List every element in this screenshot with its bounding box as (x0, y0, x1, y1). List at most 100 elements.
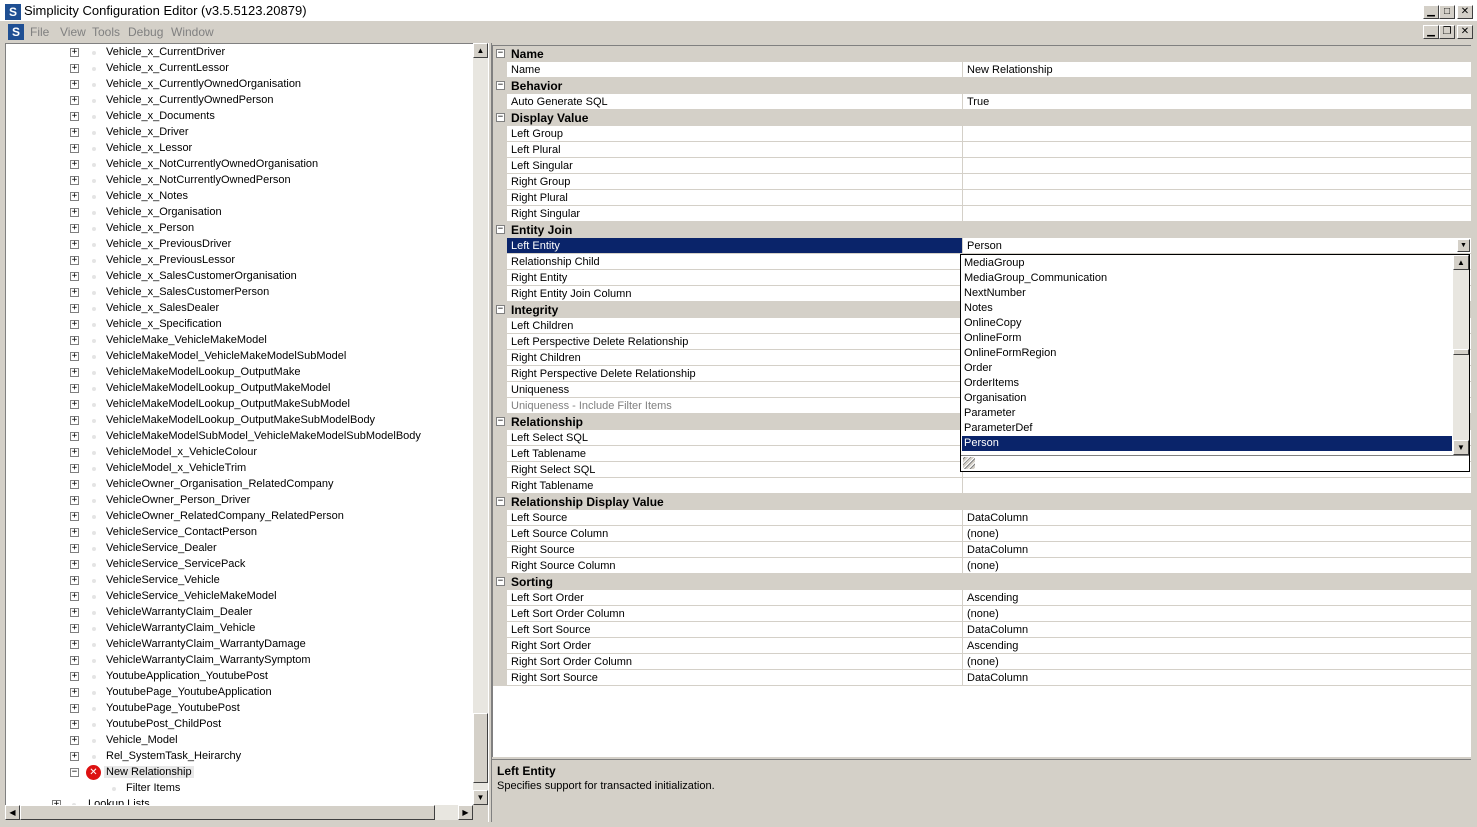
property-value[interactable] (962, 478, 1471, 494)
tree-item[interactable]: + VehicleMakeModelSubModel_VehicleMakeMod… (6, 429, 473, 445)
scroll-thumb[interactable] (473, 713, 488, 783)
property-row[interactable]: Right Source Column (none) (493, 558, 1471, 574)
category-collapse-icon[interactable]: − (496, 417, 505, 426)
property-row[interactable]: Left Entity Person ▼ (493, 238, 1471, 254)
expand-icon[interactable]: + (70, 48, 79, 57)
minimize-icon[interactable]: ▁ (1423, 5, 1439, 19)
tree-item[interactable]: + Vehicle_Model (6, 733, 473, 749)
tree-item[interactable]: + Vehicle_x_CurrentlyOwnedOrganisation (6, 77, 473, 93)
tree-item[interactable]: + Vehicle_x_Organisation (6, 205, 473, 221)
category-collapse-icon[interactable]: − (496, 49, 505, 58)
expand-icon[interactable]: + (70, 96, 79, 105)
tree-item[interactable]: + Vehicle_x_Documents (6, 109, 473, 125)
property-value[interactable] (962, 174, 1471, 190)
tree-item[interactable]: + VehicleService_ServicePack (6, 557, 473, 573)
property-value[interactable]: (none) (962, 654, 1471, 670)
expand-icon[interactable]: + (70, 160, 79, 169)
dropdown-arrow-icon[interactable]: ▼ (1457, 239, 1470, 252)
resize-grip-icon[interactable] (963, 457, 975, 469)
expand-icon[interactable]: + (70, 400, 79, 409)
scroll-right-icon[interactable]: ▶ (458, 805, 473, 820)
tree-horizontal-scrollbar[interactable]: ◀ ▶ (5, 805, 473, 820)
hscroll-thumb[interactable] (20, 805, 435, 820)
tree-item[interactable]: + YoutubePage_YoutubePost (6, 701, 473, 717)
menu-view[interactable]: View (60, 25, 86, 39)
dropdown-option[interactable]: OrderItems (962, 376, 1452, 391)
property-category[interactable]: − Behavior (493, 78, 1471, 94)
expand-icon[interactable]: + (70, 224, 79, 233)
property-row[interactable]: Right Sort Source DataColumn (493, 670, 1471, 686)
expand-icon[interactable]: + (70, 176, 79, 185)
property-value[interactable]: (none) (962, 558, 1471, 574)
expand-icon[interactable]: + (70, 656, 79, 665)
expand-icon[interactable]: + (70, 64, 79, 73)
mdi-minimize-icon[interactable]: ▁ (1423, 25, 1439, 39)
expand-icon[interactable]: + (70, 208, 79, 217)
property-value[interactable]: (none) (962, 606, 1471, 622)
mdi-app-icon[interactable]: S (8, 24, 24, 40)
tree-item[interactable]: + VehicleMakeModelLookup_OutputMake (6, 365, 473, 381)
expand-icon[interactable]: + (70, 448, 79, 457)
property-row[interactable]: Left Sort Source DataColumn (493, 622, 1471, 638)
tree-item[interactable]: + VehicleOwner_Person_Driver (6, 493, 473, 509)
tree-item[interactable]: + VehicleWarrantyClaim_Dealer (6, 605, 473, 621)
tree-item[interactable]: + Vehicle_x_SalesCustomerOrganisation (6, 269, 473, 285)
dropdown-option[interactable]: OnlineCopy (962, 316, 1452, 331)
tree-item[interactable]: + Vehicle_x_CurrentDriver (6, 45, 473, 61)
dropdown-option[interactable]: NextNumber (962, 286, 1452, 301)
property-row[interactable]: Left Sort Order Column (none) (493, 606, 1471, 622)
property-category[interactable]: − Name (493, 46, 1471, 62)
tree-item[interactable]: + VehicleMakeModelLookup_OutputMakeModel (6, 381, 473, 397)
property-row[interactable]: Right Tablename (493, 478, 1471, 494)
expand-icon[interactable]: + (70, 256, 79, 265)
expand-icon[interactable]: + (70, 480, 79, 489)
expand-icon[interactable]: + (70, 640, 79, 649)
tree-item-child[interactable]: Filter Items (6, 781, 473, 797)
tree-vertical-scrollbar[interactable]: ▲ ▼ (473, 43, 488, 805)
property-category[interactable]: − Sorting (493, 574, 1471, 590)
property-value[interactable]: (none) (962, 526, 1471, 542)
tree-item[interactable]: + Vehicle_x_Specification (6, 317, 473, 333)
mdi-close-icon[interactable]: ✕ (1457, 25, 1473, 39)
tree-item[interactable]: + YoutubePage_YoutubeApplication (6, 685, 473, 701)
tree-item[interactable]: + Vehicle_x_SalesCustomerPerson (6, 285, 473, 301)
menu-window[interactable]: Window (171, 25, 214, 39)
expand-icon[interactable]: + (70, 576, 79, 585)
maximize-icon[interactable]: □ (1439, 5, 1455, 19)
tree-item[interactable]: + VehicleOwner_Organisation_RelatedCompan… (6, 477, 473, 493)
property-value[interactable]: True (962, 94, 1471, 110)
scroll-down-icon[interactable]: ▼ (473, 790, 488, 805)
expand-icon[interactable]: + (70, 352, 79, 361)
property-row[interactable]: Left Plural (493, 142, 1471, 158)
expand-icon[interactable]: + (70, 432, 79, 441)
expand-icon[interactable]: + (70, 304, 79, 313)
property-row[interactable]: Left Group (493, 126, 1471, 142)
scroll-up-icon[interactable]: ▲ (473, 43, 488, 58)
expand-icon[interactable]: + (70, 336, 79, 345)
tree-item[interactable]: + Vehicle_x_Person (6, 221, 473, 237)
dropdown-option[interactable]: MediaGroup (962, 256, 1452, 271)
tree-item[interactable]: + YoutubePost_ChildPost (6, 717, 473, 733)
expand-icon[interactable]: + (70, 736, 79, 745)
dropdown-option[interactable]: MediaGroup_Communication (962, 271, 1452, 286)
tree-item[interactable]: + Vehicle_x_Notes (6, 189, 473, 205)
category-collapse-icon[interactable]: − (496, 81, 505, 90)
scroll-left-icon[interactable]: ◀ (5, 805, 20, 820)
property-value[interactable]: DataColumn (962, 670, 1471, 686)
category-collapse-icon[interactable]: − (496, 113, 505, 122)
dropdown-option[interactable]: Order (962, 361, 1452, 376)
tree-item[interactable]: + VehicleService_Vehicle (6, 573, 473, 589)
dropdown-option[interactable]: OnlineFormRegion (962, 346, 1452, 361)
expand-icon[interactable]: + (70, 144, 79, 153)
tree-item[interactable]: + VehicleMakeModel_VehicleMakeModelSubMod… (6, 349, 473, 365)
expand-icon[interactable]: + (70, 464, 79, 473)
left-entity-dropdown-list[interactable]: ▲ ▼ MediaGroup MediaGroup_Communication Ne… (960, 254, 1470, 472)
property-value[interactable] (962, 190, 1471, 206)
expand-icon[interactable]: + (70, 320, 79, 329)
expand-icon[interactable]: + (70, 752, 79, 761)
expand-icon[interactable]: + (70, 80, 79, 89)
property-row[interactable]: Right Plural (493, 190, 1471, 206)
property-row[interactable]: Right Group (493, 174, 1471, 190)
expand-icon[interactable]: + (70, 272, 79, 281)
expand-icon[interactable]: + (70, 608, 79, 617)
